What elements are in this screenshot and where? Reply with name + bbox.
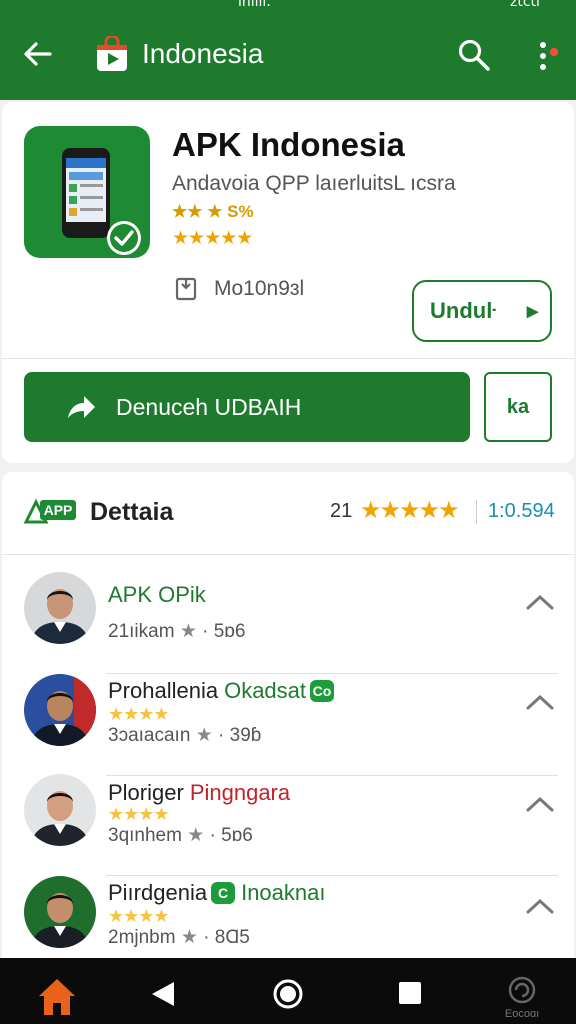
refresh-icon [508,976,536,1004]
avatar [24,572,96,644]
nav-extra-button[interactable]: Eocoɑı [500,974,544,1022]
item-accent: Inoaknaı [241,880,326,905]
star-icon: ★ [195,725,213,746]
clock: ztcti [510,0,540,10]
logo-text: APP [44,502,73,518]
share-arrow-icon [68,396,95,418]
rating-stars: ★★★★★ [172,228,253,249]
file-size: Mo10n9ɜl [214,277,305,300]
app-name: APK Indonesia [172,126,405,163]
rating-summary: ★★ ★ S% [172,202,254,221]
item-name: Piırdgenia [108,880,208,905]
file-size-icon [175,277,197,301]
download-button[interactable]: Denuceh UDBAIH [24,372,470,442]
chevron-up-icon[interactable] [524,794,556,814]
app-icon [24,126,150,258]
signal-status: ınıııı. [238,0,271,10]
chevron-up-icon[interactable] [524,692,556,712]
item-title: Piırdgenia C Inoaknaı [108,880,325,906]
item-accent: Pingngara [189,780,291,805]
secondary-action-button[interactable]: ka [484,372,552,442]
item-name: APK OPik [108,582,206,607]
nav-recents-icon[interactable] [397,980,423,1006]
divider [2,554,574,555]
chevron-up-icon[interactable] [524,592,556,612]
home-icon[interactable] [36,976,78,1018]
avatar [24,876,96,948]
unduh-label: Unduŀ [430,298,497,323]
review-count: 21 [330,500,353,522]
divider [476,500,477,524]
item-title: Ploriger Pingngara [108,780,290,806]
item-name: Ploriger [108,780,184,805]
item-meta: 3qınhem ★ · 5ɒ6 [108,825,253,846]
badge-icon: C [211,882,236,904]
details-card: APP Dettaia 21 ★★★★★ 1:0.594 APK OPik 21… [2,472,574,962]
divider [2,358,574,359]
unduh-button[interactable]: Unduŀ ▸ [412,280,552,342]
chevron-right-icon: ▸ [526,298,538,323]
list-item[interactable]: Ploriger Pingngara ★★★★ 3qınhem ★ · 5ɒ6 [2,774,574,876]
nav-extra-label: Eocoɑı [504,1008,540,1020]
details-stars: ★★★★★ [360,497,460,524]
details-value: 1:0.594 [488,500,555,522]
search-icon[interactable] [457,38,491,72]
app-header-card: APK Indonesia Andavoia QPP laıerluitsL ı… [2,102,574,463]
star-icon: ★ [180,927,198,948]
item-stars: ★★★★ [108,704,170,724]
section-title: Dettaia [90,498,174,526]
star-icon: ★ [179,621,197,642]
list-item[interactable]: Prohallenia Okadsat Co ★★★★ 3ɔaıacaın ★ · … [2,674,574,776]
item-name: Prohallenia [108,678,219,703]
item-meta: 3ɔaıacaın ★ · 39ɓ [108,725,262,746]
page-title: Indonesia [142,38,264,69]
phone-icon [62,148,141,255]
navigation-bar: Eocoɑı [0,958,576,1024]
app-bar: Indonesia [0,12,576,100]
avatar [24,674,96,746]
nav-back-icon[interactable] [150,980,176,1008]
app-logo-icon: APP [24,498,76,524]
item-accent: Okadsat [224,678,307,703]
badge-icon: Co [310,680,335,702]
star-icon: ★ [187,825,205,846]
status-bar: ınıııı. ztcti [0,0,576,12]
item-meta: 21ıikam ★ · 5ɒ6 [108,621,246,642]
back-arrow-icon[interactable] [22,38,54,70]
store-bag-icon [97,36,127,71]
item-stars: ★★★★ [108,804,170,824]
avatar [24,774,96,846]
chevron-up-icon[interactable] [524,896,556,916]
list-item[interactable]: APK OPik 21ıikam ★ · 5ɒ6 [2,572,574,674]
more-options-icon[interactable] [535,40,559,72]
item-meta: 2mjnbm ★ · 8Ɑ5 [108,927,250,948]
nav-home-circle-icon[interactable] [272,978,304,1010]
item-stars: ★★★★ [108,906,170,926]
item-title: Prohallenia Okadsat Co [108,678,335,704]
app-subtitle: Andavoia QPP laıerluitsL ıcsra [172,172,456,195]
item-title: APK OPik [108,582,206,608]
download-button-label: Denuceh UDBAIH [116,394,302,420]
